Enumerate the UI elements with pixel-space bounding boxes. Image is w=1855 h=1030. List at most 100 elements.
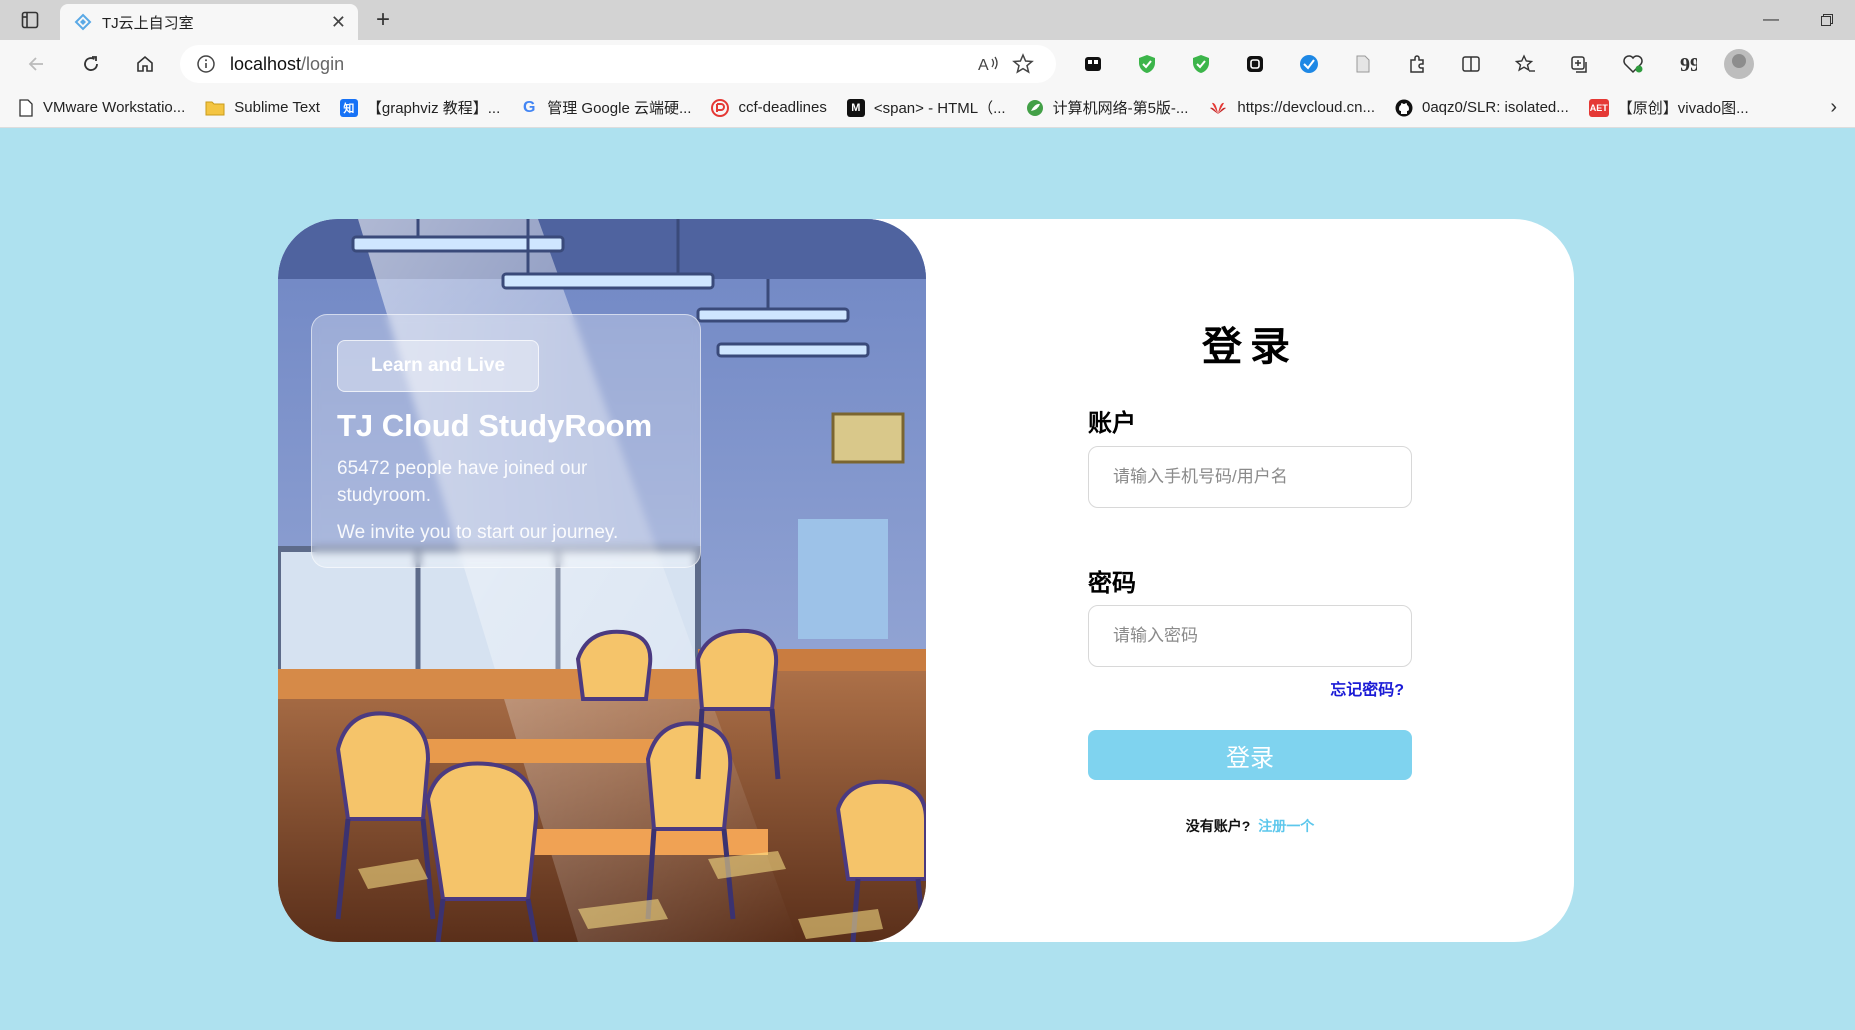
profile-avatar[interactable] xyxy=(1724,49,1754,79)
register-link[interactable]: 注册一个 xyxy=(1258,818,1314,834)
bookmark-label: VMware Workstatio... xyxy=(43,99,186,116)
login-card: Learn and Live TJ Cloud StudyRoom 65472 … xyxy=(278,219,1574,942)
folder-icon xyxy=(205,101,225,115)
tab-title: TJ云上自习室 xyxy=(102,14,194,32)
document-icon xyxy=(1356,55,1370,73)
tab-active[interactable]: TJ云上自习室 ✕ xyxy=(60,4,358,40)
tab-bar: TJ云上自习室 ✕ + — xyxy=(0,0,1855,40)
copy-extension-icon xyxy=(1247,56,1263,72)
bookmark-item[interactable]: AET 【原创】vivado图... xyxy=(1588,97,1749,118)
password-label: 密码 xyxy=(1088,570,1136,597)
collections-button[interactable] xyxy=(1552,44,1606,84)
mdn-icon: M xyxy=(846,98,865,117)
reload-icon xyxy=(84,56,98,71)
url-host: localhost xyxy=(230,53,302,74)
extension-1[interactable] xyxy=(1066,44,1120,84)
hero-description: 65472 people have joined our studyroom. xyxy=(337,458,588,506)
bookmark-item[interactable]: G 管理 Google 云端硬... xyxy=(520,97,691,118)
globe-extension-icon xyxy=(1300,55,1318,73)
no-account-text: 没有账户? xyxy=(1185,818,1251,834)
password-input[interactable] xyxy=(1088,605,1412,667)
collections-icon xyxy=(1571,56,1587,73)
favorites-icon xyxy=(1514,54,1535,72)
site-favicon-icon xyxy=(74,13,92,31)
bookmark-label: 【graphviz 教程】... xyxy=(366,100,501,117)
bookmark-item[interactable]: M <span> - HTML（... xyxy=(846,97,1006,118)
bookmark-label: https://devcloud.cn... xyxy=(1237,99,1375,116)
tab-actions-button[interactable] xyxy=(0,0,60,40)
bookmark-item[interactable]: 计算机网络-第5版-... xyxy=(1026,97,1188,118)
read-aloud-icon[interactable]: A xyxy=(976,53,1000,75)
url-path: /login xyxy=(301,53,345,74)
extension-4[interactable] xyxy=(1228,44,1282,84)
bookmark-item[interactable]: https://devcloud.cn... xyxy=(1208,99,1375,117)
home-button[interactable] xyxy=(118,44,172,84)
hero-invite-text: We invite you to start our journey. xyxy=(337,522,619,543)
minimize-button[interactable]: — xyxy=(1743,0,1799,40)
bookmark-item[interactable]: 知 【graphviz 教程】... xyxy=(339,97,501,118)
extension-app-icon xyxy=(1085,57,1101,71)
chevron-right-icon[interactable]: › xyxy=(1830,96,1837,119)
login-page: Learn and Live TJ Cloud StudyRoom 65472 … xyxy=(0,129,1855,1030)
forgot-password-link[interactable]: 忘记密码? xyxy=(1330,676,1404,700)
tab-close-icon[interactable]: ✕ xyxy=(331,12,346,33)
tab-actions-icon xyxy=(21,11,39,29)
extension-2[interactable] xyxy=(1120,44,1174,84)
csdn-icon: AET xyxy=(1588,98,1609,117)
extension-3[interactable] xyxy=(1174,44,1228,84)
split-screen-icon xyxy=(1462,56,1480,72)
extension-6[interactable] xyxy=(1336,44,1390,84)
zhihu-icon: 知 xyxy=(339,98,358,117)
login-form: 登录 账户 密码 忘记密码? 登录 没有账户? 注册一个 xyxy=(1088,219,1412,942)
svg-text:A: A xyxy=(978,57,989,74)
bookmark-label: 0aqz0/SLR: isolated... xyxy=(1422,99,1569,116)
bookmark-label: <span> - HTML（... xyxy=(873,100,1006,117)
bookmark-label: 管理 Google 云端硬... xyxy=(547,100,692,117)
account-input[interactable] xyxy=(1088,446,1412,508)
heart-pulse-icon xyxy=(1623,55,1643,74)
bookmark-item[interactable]: Sublime Text xyxy=(205,99,320,117)
back-button[interactable] xyxy=(10,44,64,84)
home-icon xyxy=(137,55,153,72)
extensions-button[interactable] xyxy=(1390,44,1444,84)
tagline-pill: Learn and Live xyxy=(337,340,539,392)
quote-icon: 99 xyxy=(1680,54,1697,74)
quote-button[interactable]: 99 xyxy=(1660,44,1714,84)
bookmark-label: Sublime Text xyxy=(234,99,320,116)
shield-icon xyxy=(1193,55,1209,73)
extensions-row: 99 xyxy=(1066,44,1754,84)
huawei-icon xyxy=(1210,102,1227,114)
reload-button[interactable] xyxy=(64,44,118,84)
bookmarks-bar: VMware Workstatio... Sublime Text 知 【gra… xyxy=(0,88,1855,128)
restore-button[interactable] xyxy=(1799,0,1855,40)
github-icon xyxy=(1395,99,1413,116)
shield-icon xyxy=(1139,55,1155,73)
login-title: 登录 xyxy=(1202,325,1298,369)
account-label: 账户 xyxy=(1088,410,1136,437)
svg-text:99: 99 xyxy=(1680,54,1697,74)
intro-glass-card: Learn and Live TJ Cloud StudyRoom 65472 … xyxy=(311,314,701,568)
url-text: localhost/login xyxy=(230,54,344,75)
split-screen-button[interactable] xyxy=(1444,44,1498,84)
puzzle-icon xyxy=(1410,55,1424,73)
login-button[interactable]: 登录 xyxy=(1088,730,1412,780)
bookmark-item[interactable]: VMware Workstatio... xyxy=(18,98,186,117)
performance-button[interactable] xyxy=(1606,44,1660,84)
ccf-icon xyxy=(711,98,730,117)
address-bar[interactable]: localhost/login A xyxy=(180,45,1056,83)
extension-5[interactable] xyxy=(1282,44,1336,84)
window-controls: — xyxy=(1743,0,1855,40)
favorite-star-icon[interactable] xyxy=(1006,53,1040,75)
leaf-icon xyxy=(1026,99,1043,116)
bookmark-label: ccf-deadlines xyxy=(738,99,827,116)
bookmark-item[interactable]: ccf-deadlines xyxy=(711,98,827,117)
restore-icon xyxy=(1821,14,1833,26)
bookmark-label: 【原创】vivado图... xyxy=(1617,100,1749,117)
bookmark-item[interactable]: 0aqz0/SLR: isolated... xyxy=(1395,99,1569,117)
hero-panel: Learn and Live TJ Cloud StudyRoom 65472 … xyxy=(278,219,926,942)
new-tab-button[interactable]: + xyxy=(358,0,408,40)
site-info-icon[interactable] xyxy=(196,54,216,74)
browser-toolbar: localhost/login A 99 xyxy=(0,40,1855,88)
register-row: 没有账户? 注册一个 xyxy=(1088,816,1412,836)
favorites-button[interactable] xyxy=(1498,44,1552,84)
